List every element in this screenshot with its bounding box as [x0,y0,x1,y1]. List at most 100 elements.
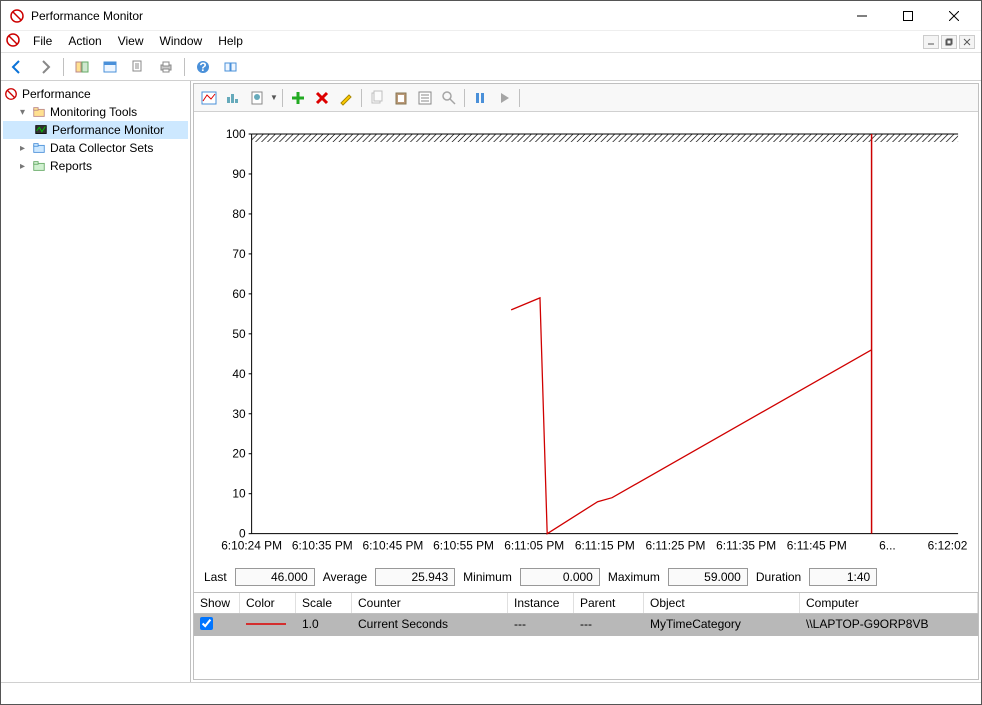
back-button[interactable] [5,56,29,78]
tree-reports[interactable]: ▸ Reports [3,157,188,175]
svg-text:70: 70 [232,247,246,261]
col-show[interactable]: Show [194,593,240,613]
app-icon [9,8,25,24]
expand-icon[interactable]: ▸ [17,143,28,154]
view-line-button[interactable] [198,87,220,109]
avg-value: 25.943 [375,568,455,586]
svg-text:80: 80 [232,207,246,221]
show-hide-tree-button[interactable] [70,56,94,78]
col-computer[interactable]: Computer [800,593,978,613]
row-scale: 1.0 [296,614,352,636]
close-button[interactable] [931,2,977,30]
svg-text:20: 20 [232,447,246,461]
print-button[interactable] [154,56,178,78]
col-parent[interactable]: Parent [574,593,644,613]
svg-text:90: 90 [232,167,246,181]
menubar: File Action View Window Help [1,31,981,53]
svg-text:6:10:45 PM: 6:10:45 PM [362,539,423,553]
delete-button[interactable] [311,87,333,109]
tree-performance-monitor[interactable]: Performance Monitor [3,121,188,139]
menu-window[interactable]: Window [152,32,211,51]
view-report-button[interactable] [246,87,268,109]
monitor-icon [33,122,49,138]
legend-header: Show Color Scale Counter Instance Parent… [194,593,978,614]
tree-label: Data Collector Sets [50,141,153,155]
svg-text:6:11:15 PM: 6:11:15 PM [575,539,635,553]
add-button[interactable] [287,87,309,109]
minimize-button[interactable] [839,2,885,30]
stats-bar: Last 46.000 Average 25.943 Minimum 0.000… [194,562,978,592]
svg-text:6:11:05 PM: 6:11:05 PM [504,539,564,553]
expand-icon[interactable]: ▸ [17,161,28,172]
chart[interactable]: 01020304050607080901006:10:24 PM6:10:35 … [194,112,978,562]
mdi-close-button[interactable] [959,35,975,49]
highlight-button[interactable] [335,87,357,109]
row-counter: Current Seconds [352,614,508,636]
svg-text:50: 50 [232,327,246,341]
mdi-restore-button[interactable] [941,35,957,49]
navigation-tree[interactable]: Performance ▾ Monitoring Tools Performan… [1,81,191,682]
update-button[interactable] [493,87,515,109]
copy-button[interactable] [366,87,388,109]
mmc-icon [5,32,21,51]
svg-text:6:10:35 PM: 6:10:35 PM [292,539,353,553]
collapse-icon[interactable]: ▾ [17,107,28,118]
row-computer: \\LAPTOP-G9ORP8VB [800,614,978,636]
tree-label: Performance Monitor [52,123,164,137]
dropdown-arrow-icon[interactable]: ▼ [270,93,278,102]
menu-view[interactable]: View [110,32,152,51]
min-label: Minimum [463,570,512,584]
show-from-here-button[interactable] [219,56,243,78]
svg-text:6...: 6... [879,539,896,553]
col-color[interactable]: Color [240,593,296,613]
reports-icon [31,158,47,174]
export-button[interactable] [126,56,150,78]
svg-text:100: 100 [226,128,246,141]
folder-icon [31,104,47,120]
col-instance[interactable]: Instance [508,593,574,613]
tree-monitoring-tools[interactable]: ▾ Monitoring Tools [3,103,188,121]
forward-button[interactable] [33,56,57,78]
status-bar [1,682,981,704]
svg-text:6:12:02 PM: 6:12:02 PM [928,539,968,553]
last-label: Last [204,570,227,584]
menu-action[interactable]: Action [60,32,109,51]
tree-root-performance[interactable]: Performance [3,85,188,103]
min-value: 0.000 [520,568,600,586]
data-folder-icon [31,140,47,156]
freeze-button[interactable] [469,87,491,109]
help-button[interactable]: ? [191,56,215,78]
col-counter[interactable]: Counter [352,593,508,613]
paste-button[interactable] [390,87,412,109]
svg-text:?: ? [199,60,206,74]
svg-text:6:11:35 PM: 6:11:35 PM [716,539,776,553]
max-label: Maximum [608,570,660,584]
window-title: Performance Monitor [31,9,839,23]
svg-text:6:10:55 PM: 6:10:55 PM [433,539,494,553]
row-parent: --- [574,614,644,636]
tree-data-collector[interactable]: ▸ Data Collector Sets [3,139,188,157]
menu-file[interactable]: File [25,32,60,51]
tree-label: Monitoring Tools [50,105,137,119]
show-checkbox[interactable] [200,617,213,630]
zoom-button[interactable] [438,87,460,109]
view-histogram-button[interactable] [222,87,244,109]
new-window-button[interactable] [98,56,122,78]
svg-text:6:11:45 PM: 6:11:45 PM [787,539,847,553]
row-object: MyTimeCategory [644,614,800,636]
legend-table[interactable]: Show Color Scale Counter Instance Parent… [194,592,978,636]
mdi-minimize-button[interactable] [923,35,939,49]
svg-text:6:10:24 PM: 6:10:24 PM [221,539,282,553]
tree-label: Reports [50,159,92,173]
maximize-button[interactable] [885,2,931,30]
last-value: 46.000 [235,568,315,586]
menu-help[interactable]: Help [210,32,251,51]
properties-button[interactable] [414,87,436,109]
avg-label: Average [323,570,367,584]
dur-label: Duration [756,570,801,584]
dur-value: 1:40 [809,568,877,586]
legend-row[interactable]: 1.0 Current Seconds --- --- MyTimeCatego… [194,614,978,636]
svg-text:10: 10 [232,487,246,501]
col-scale[interactable]: Scale [296,593,352,613]
col-object[interactable]: Object [644,593,800,613]
